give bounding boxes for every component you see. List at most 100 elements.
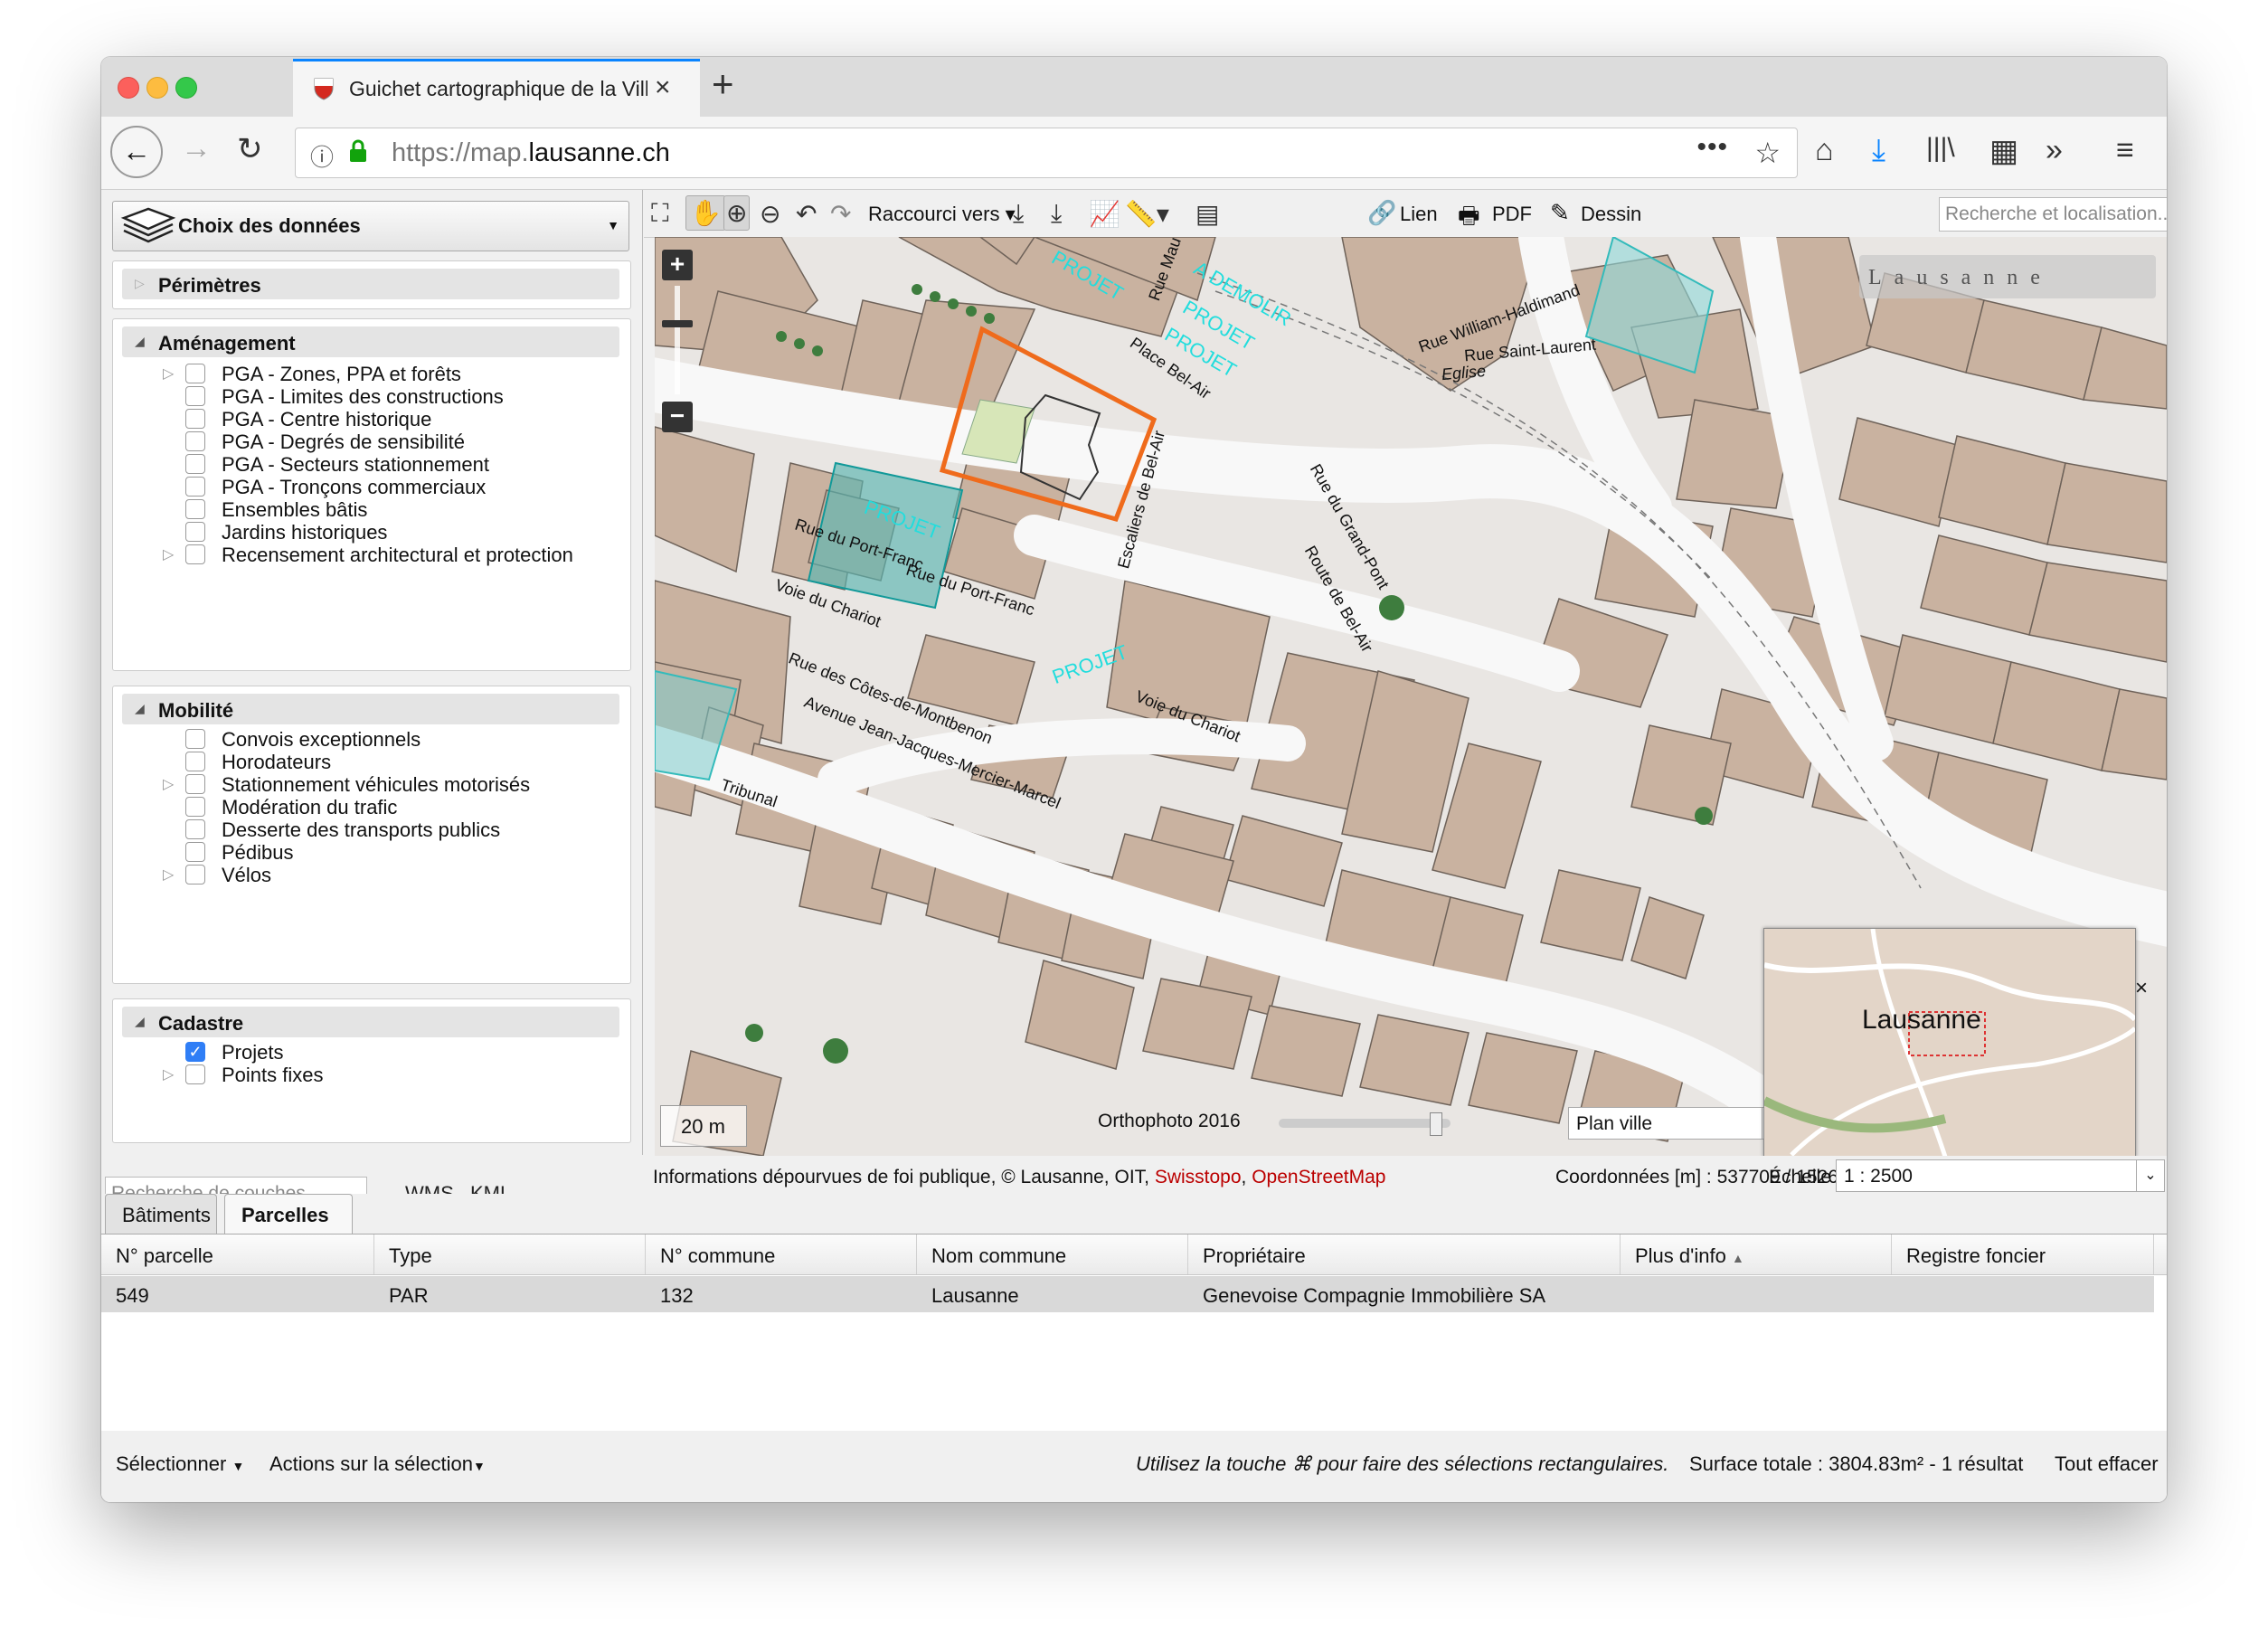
downloads-icon[interactable]: ⤓ (1872, 133, 1885, 168)
layer-checkbox[interactable] (185, 729, 205, 749)
pan-hand-icon[interactable]: ✋ (685, 195, 726, 231)
chevron-down-icon: ⌄ (2136, 1160, 2164, 1191)
group-header-perimetres[interactable]: ▷ Périmètres (122, 269, 619, 299)
lien-button[interactable]: Lien (1400, 203, 1438, 226)
column-header[interactable]: Propriétaire (1188, 1234, 1621, 1274)
slider-thumb[interactable] (1430, 1112, 1442, 1136)
openstreetmap-link[interactable]: OpenStreetMap (1252, 1167, 1385, 1187)
group-header-amenagement[interactable]: ◢ Aménagement (122, 326, 619, 357)
layer-checkbox[interactable] (185, 865, 205, 884)
library-icon[interactable]: |||\ (1926, 133, 1955, 164)
draw-button[interactable]: Dessin (1581, 203, 1641, 226)
history-back-icon[interactable]: ↶ (796, 199, 817, 229)
layer-checkbox[interactable] (185, 431, 205, 451)
page-actions-icon[interactable]: ••• (1696, 132, 1728, 163)
map-canvas[interactable]: PROJET A DEMOLIR PROJET PROJET PROJET PR… (655, 237, 2167, 1156)
orthophoto-opacity-slider[interactable] (1279, 1112, 1451, 1136)
layer-item[interactable]: ▷ Recensement architectural et protection (113, 540, 619, 572)
import-tool-icon[interactable]: ⤓ (1051, 199, 1062, 229)
column-header[interactable]: Type (374, 1234, 646, 1274)
data-choice-dropdown[interactable]: Choix des données ▼ (112, 201, 629, 251)
expand-triangle-icon[interactable]: ▷ (163, 1065, 174, 1083)
tab-parcelles[interactable]: Parcelles (224, 1194, 353, 1234)
printer-icon[interactable]: 🖶 (1458, 199, 1480, 239)
layer-checkbox[interactable] (185, 797, 205, 817)
layer-checkbox[interactable] (185, 522, 205, 542)
zoom-slider-thumb[interactable] (662, 320, 693, 327)
home-icon[interactable]: ⌂ (1815, 133, 1834, 168)
expand-triangle-icon[interactable]: ▷ (163, 775, 174, 793)
column-header[interactable]: Nom commune (917, 1234, 1188, 1274)
expand-triangle-icon[interactable]: ▷ (163, 364, 174, 383)
layer-checkbox[interactable] (185, 386, 205, 406)
reload-button[interactable]: ↻ (237, 131, 263, 167)
zoom-in-tool-icon[interactable]: ⊕ (723, 195, 751, 231)
layer-checkbox[interactable] (185, 1064, 205, 1084)
overview-map[interactable]: Lausanne × (1762, 928, 2148, 1156)
zoom-window-button[interactable] (175, 77, 197, 99)
map-application: Choix des données ▼ ▷ Périmètres ◢ Aména… (101, 190, 2167, 1502)
layer-item[interactable]: ▷ Vélos (113, 860, 619, 893)
overflow-chevrons-icon[interactable]: » (2046, 133, 2063, 168)
bookmark-star-icon[interactable]: ☆ (1754, 136, 1781, 170)
clear-all-button[interactable]: Tout effacer (2055, 1452, 2159, 1476)
layer-checkbox[interactable] (185, 454, 205, 474)
layer-checkbox[interactable] (185, 842, 205, 862)
minimize-window-button[interactable] (146, 77, 168, 99)
tab-batiments[interactable]: Bâtiments (105, 1194, 217, 1234)
zoom-in-button[interactable]: + (662, 250, 693, 280)
sidebar-grid-icon[interactable]: ▦ (1989, 133, 2018, 169)
legend-list-icon[interactable]: ▤ (1195, 199, 1219, 229)
column-header[interactable]: N° parcelle (101, 1234, 374, 1274)
results-grid: N° parcelle Type N° commune Nom commune … (101, 1234, 2167, 1433)
scale-select[interactable]: 1 : 2500 ⌄ (1836, 1159, 2165, 1192)
overview-map-tiles (1762, 928, 2138, 1156)
site-info-icon[interactable]: ⓘ (310, 139, 334, 173)
layer-checkbox[interactable] (185, 752, 205, 771)
pdf-button[interactable]: PDF (1492, 203, 1532, 226)
link-icon[interactable]: 🔗 (1367, 199, 1396, 227)
column-header[interactable]: Registre foncier (1892, 1234, 2154, 1274)
column-header[interactable]: N° commune (646, 1234, 917, 1274)
browser-tab-active[interactable]: Guichet cartographique de la Ville de La… (293, 59, 700, 117)
hamburger-menu-icon[interactable]: ≡ (2116, 133, 2134, 168)
layer-checkbox[interactable] (185, 544, 205, 564)
history-forward-icon[interactable]: ↷ (830, 199, 851, 229)
layer-checkbox[interactable] (185, 409, 205, 429)
url-bar[interactable]: ⓘ https://map.lausanne.ch ••• ☆ (295, 128, 1798, 178)
cell-owner: Genevoise Compagnie Immobilière SA (1203, 1284, 1546, 1307)
expand-triangle-icon[interactable]: ▷ (163, 866, 174, 884)
layer-checkbox-checked[interactable]: ✓ (185, 1042, 205, 1062)
layer-checkbox[interactable] (185, 477, 205, 497)
swisstopo-link[interactable]: Swisstopo (1155, 1167, 1242, 1187)
download-tool-icon[interactable]: ⤓ (1013, 199, 1024, 229)
zoom-out-button[interactable]: − (662, 402, 693, 432)
new-tab-button[interactable]: + (712, 62, 734, 106)
select-menu[interactable]: Sélectionner ▼ (116, 1452, 244, 1476)
layer-checkbox[interactable] (185, 819, 205, 839)
close-window-button[interactable] (118, 77, 139, 99)
measure-ruler-icon[interactable]: 📏▾ (1125, 199, 1169, 229)
expand-triangle-icon[interactable]: ▷ (163, 545, 174, 563)
layer-item[interactable]: ▷ Points fixes (113, 1060, 619, 1093)
layer-checkbox[interactable] (185, 364, 205, 383)
close-tab-icon[interactable]: × (655, 72, 671, 103)
layer-checkbox[interactable] (185, 499, 205, 519)
back-button[interactable]: ← (110, 126, 163, 178)
forward-button[interactable]: → (181, 131, 212, 166)
table-row[interactable]: 549 PAR 132 Lausanne Genevoise Compagnie… (101, 1276, 2154, 1312)
group-header-mobilite[interactable]: ◢ Mobilité (122, 694, 619, 724)
zoom-out-tool-icon[interactable]: ⊖ (760, 199, 780, 229)
layer-checkbox[interactable] (185, 774, 205, 794)
overview-close-icon[interactable]: × (2135, 976, 2148, 1001)
location-search-input[interactable]: Recherche et localisation... (1939, 197, 2167, 232)
full-extent-icon[interactable]: ⛶ (651, 199, 669, 229)
pencil-icon[interactable]: ✎ (1550, 199, 1570, 227)
zoom-slider[interactable] (675, 286, 680, 394)
basemap-select[interactable]: Plan ville ⌄ (1568, 1107, 1791, 1140)
group-header-cadastre[interactable]: ◢ Cadastre (122, 1007, 619, 1037)
selection-actions-menu[interactable]: Actions sur la sélection▼ (269, 1452, 486, 1476)
shortcut-menu[interactable]: Raccourci vers ▾ (868, 203, 1016, 226)
profile-chart-icon[interactable]: 📈 (1089, 199, 1120, 229)
column-header-sorted[interactable]: Plus d'info ▲ (1621, 1234, 1892, 1274)
